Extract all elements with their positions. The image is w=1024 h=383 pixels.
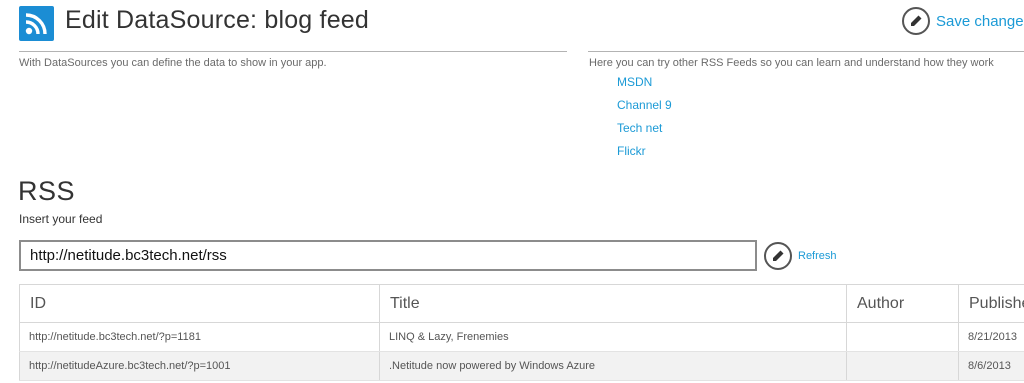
feed-link-flickr[interactable]: Flickr	[617, 144, 672, 167]
save-changes-label[interactable]: Save changes	[936, 13, 1024, 30]
edit-pencil-icon[interactable]	[764, 242, 792, 270]
feed-items-table: ID Title Author Published http://netitud…	[19, 284, 1024, 381]
cell-title: LINQ & Lazy, Frenemies	[379, 322, 847, 352]
feed-link-technet[interactable]: Tech net	[617, 121, 672, 144]
column-header-title[interactable]: Title	[379, 284, 847, 323]
feed-input-label: Insert your feed	[19, 212, 103, 226]
feed-url-input[interactable]	[19, 240, 757, 271]
cell-id: http://netitude.bc3tech.net/?p=1181	[19, 322, 380, 352]
page-title: Edit DataSource: blog feed	[65, 6, 370, 34]
refresh-button[interactable]: Refresh	[764, 242, 837, 270]
info-divider	[588, 51, 1024, 52]
cell-title: .Netitude now powered by Windows Azure	[379, 351, 847, 381]
cell-author	[846, 322, 959, 352]
feed-suggestions-text: Here you can try other RSS Feeds so you …	[589, 57, 994, 69]
save-changes-button[interactable]: Save changes	[902, 7, 1024, 35]
title-divider	[19, 51, 567, 52]
table-row[interactable]: http://netitudeAzure.bc3tech.net/?p=1001…	[19, 351, 1024, 381]
cell-published: 8/6/2013	[958, 351, 1024, 381]
cell-author	[846, 351, 959, 381]
section-title: RSS	[18, 176, 76, 206]
cell-id: http://netitudeAzure.bc3tech.net/?p=1001	[19, 351, 380, 381]
feed-link-channel9[interactable]: Channel 9	[617, 98, 672, 121]
table-header-row: ID Title Author Published	[19, 284, 1024, 323]
refresh-label[interactable]: Refresh	[798, 250, 837, 262]
page-description: With DataSources you can define the data…	[19, 57, 327, 69]
feed-suggestion-list: MSDN Channel 9 Tech net Flickr	[617, 75, 672, 167]
feed-link-msdn[interactable]: MSDN	[617, 75, 672, 98]
cell-published: 8/21/2013	[958, 322, 1024, 352]
edit-pencil-icon[interactable]	[902, 7, 930, 35]
table-row[interactable]: http://netitude.bc3tech.net/?p=1181 LINQ…	[19, 322, 1024, 352]
rss-logo-icon	[19, 6, 54, 41]
column-header-author[interactable]: Author	[846, 284, 959, 323]
column-header-published[interactable]: Published	[958, 284, 1024, 323]
column-header-id[interactable]: ID	[19, 284, 380, 323]
